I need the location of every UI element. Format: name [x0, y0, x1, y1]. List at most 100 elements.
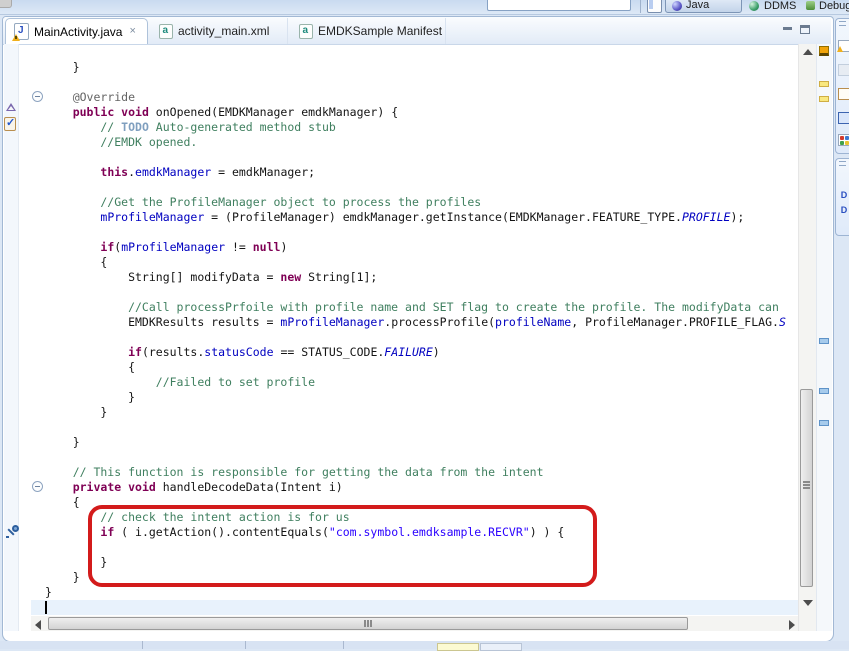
- code-line: if(results.statusCode == STATUS_CODE.FAI…: [45, 345, 799, 360]
- java-perspective-icon: [672, 1, 682, 11]
- tab-activity-main-xml[interactable]: a activity_main.xml: [151, 18, 288, 44]
- drag-handle[interactable]: [839, 161, 846, 166]
- code-token: private void: [73, 480, 156, 494]
- perspective-button-java[interactable]: Java: [665, 0, 742, 13]
- code-token: new: [280, 270, 301, 284]
- status-divider: [245, 641, 246, 649]
- code-token: // This function is responsible for gett…: [45, 465, 544, 479]
- code-line: }: [45, 435, 799, 450]
- scrollbar-grip: [803, 481, 810, 483]
- code-token: , ProfileManager.PROFILE_FLAG.: [571, 315, 779, 329]
- code-token: ): [433, 345, 440, 359]
- code-line: [45, 75, 799, 90]
- perspective-label[interactable]: DDMS: [764, 1, 796, 12]
- code-line: [45, 285, 799, 300]
- warning-overlay-icon: [12, 34, 20, 41]
- code-token: String[1];: [301, 270, 377, 284]
- code-token: emdkManager: [135, 165, 211, 179]
- scroll-up-icon[interactable]: [803, 49, 813, 55]
- code-line: private void handleDecodeData(Intent i): [45, 480, 799, 495]
- heap-status-widget: [437, 643, 479, 651]
- code-line: // This function is responsible for gett…: [45, 465, 799, 480]
- override-marker-icon[interactable]: [6, 103, 16, 111]
- close-icon[interactable]: ×: [129, 26, 135, 37]
- code-token: String[] modifyData =: [45, 270, 280, 284]
- occurrence-marker[interactable]: [819, 388, 829, 394]
- code-token: }: [45, 435, 80, 449]
- occurrence-marker[interactable]: [819, 420, 829, 426]
- code-line: // TODO Auto-generated method stub: [45, 120, 799, 135]
- key-marker-icon[interactable]: [6, 525, 19, 540]
- overview-status-icon[interactable]: [819, 46, 829, 56]
- code-token: statusCode: [204, 345, 273, 359]
- code-token: EMDKResults results =: [45, 315, 280, 329]
- code-token: == STATUS_CODE.: [274, 345, 385, 359]
- code-token: .processProfile(: [384, 315, 495, 329]
- code-token: mProfileManager: [100, 210, 204, 224]
- minimized-view-palette-icon[interactable]: [838, 134, 849, 146]
- tab-emdksample-manifest[interactable]: a EMDKSample Manifest: [291, 18, 446, 44]
- minimize-icon[interactable]: [783, 27, 792, 30]
- minimized-view-tasks-icon[interactable]: [838, 88, 849, 100]
- warning-marker[interactable]: [819, 96, 829, 102]
- toolbar-button-sliver: [0, 0, 12, 8]
- code-line: [45, 420, 799, 435]
- status-widget: [480, 643, 522, 651]
- perspective-label[interactable]: Debug: [819, 1, 849, 12]
- code-line: mProfileManager = (ProfileManager) emdkM…: [45, 210, 799, 225]
- debug-perspective-icon[interactable]: [806, 1, 815, 10]
- fold-collapse-icon[interactable]: [32, 481, 43, 492]
- minimized-view-problems-icon[interactable]: [838, 40, 849, 52]
- editor-window-controls: [783, 25, 817, 38]
- code-line: }: [45, 585, 799, 600]
- code-token: //Failed to set profile: [45, 375, 315, 389]
- top-toolbar-strip: Java DDMS Debug: [0, 0, 849, 15]
- code-token: }: [45, 570, 80, 584]
- code-line: @Override: [45, 90, 799, 105]
- minimized-view-outline-icon[interactable]: [838, 112, 849, 124]
- minimized-view-icon[interactable]: [838, 64, 849, 76]
- scroll-left-icon[interactable]: [35, 620, 41, 630]
- scrollbar-grip: [367, 620, 369, 627]
- drag-handle[interactable]: [839, 21, 846, 26]
- code-token: !=: [225, 240, 253, 254]
- scroll-down-icon[interactable]: [803, 600, 813, 606]
- minimized-view-devices-icon[interactable]: D: [838, 190, 849, 202]
- editor-tab-strip: J MainActivity.java × a activity_main.xm…: [3, 17, 831, 45]
- warning-marker[interactable]: [819, 81, 829, 87]
- code-token: //Call processPrfoile with profile name …: [45, 300, 779, 314]
- ddms-perspective-icon[interactable]: [749, 1, 759, 11]
- fold-collapse-icon[interactable]: [32, 91, 43, 102]
- tab-mainactivity-java[interactable]: J MainActivity.java ×: [5, 18, 148, 44]
- code-line: String[] modifyData = new String[1];: [45, 270, 799, 285]
- code-line: }: [45, 60, 799, 75]
- tab-label: MainActivity.java: [34, 25, 122, 39]
- android-xml-icon: a: [299, 24, 313, 39]
- minimized-view-devices-icon[interactable]: D: [838, 205, 849, 217]
- occurrence-marker[interactable]: [819, 338, 829, 344]
- text-caret: [45, 601, 47, 614]
- code-token: onOpened(EMDKManager emdkManager) {: [149, 105, 398, 119]
- maximize-icon[interactable]: [800, 25, 810, 34]
- scroll-right-icon[interactable]: [789, 620, 795, 630]
- code-token: {: [45, 495, 80, 509]
- code-token: //Get the ProfileManager object to proce…: [45, 195, 481, 209]
- eclipse-window: { "toolbar": { "quick_access_value": "",…: [0, 0, 849, 649]
- code-token: );: [730, 210, 744, 224]
- code-token: }: [45, 390, 135, 404]
- annotation-ruler: [4, 44, 19, 631]
- status-divider: [343, 641, 344, 649]
- code-line: //Get the ProfileManager object to proce…: [45, 195, 799, 210]
- quick-access-input[interactable]: [487, 0, 631, 11]
- code-line: }: [45, 390, 799, 405]
- open-perspective-icon[interactable]: [647, 0, 662, 13]
- code-token: handleDecodeData(Intent i): [156, 480, 343, 494]
- code-line: {: [45, 255, 799, 270]
- scrollbar-grip: [803, 487, 810, 489]
- tab-label: activity_main.xml: [178, 24, 269, 38]
- scrollbar-grip: [370, 620, 372, 627]
- code-line: this.emdkManager = emdkManager;: [45, 165, 799, 180]
- code-line: EMDKResults results = mProfileManager.pr…: [45, 315, 799, 330]
- code-line: //Call processPrfoile with profile name …: [45, 300, 799, 315]
- task-marker-icon[interactable]: ✓: [4, 117, 16, 131]
